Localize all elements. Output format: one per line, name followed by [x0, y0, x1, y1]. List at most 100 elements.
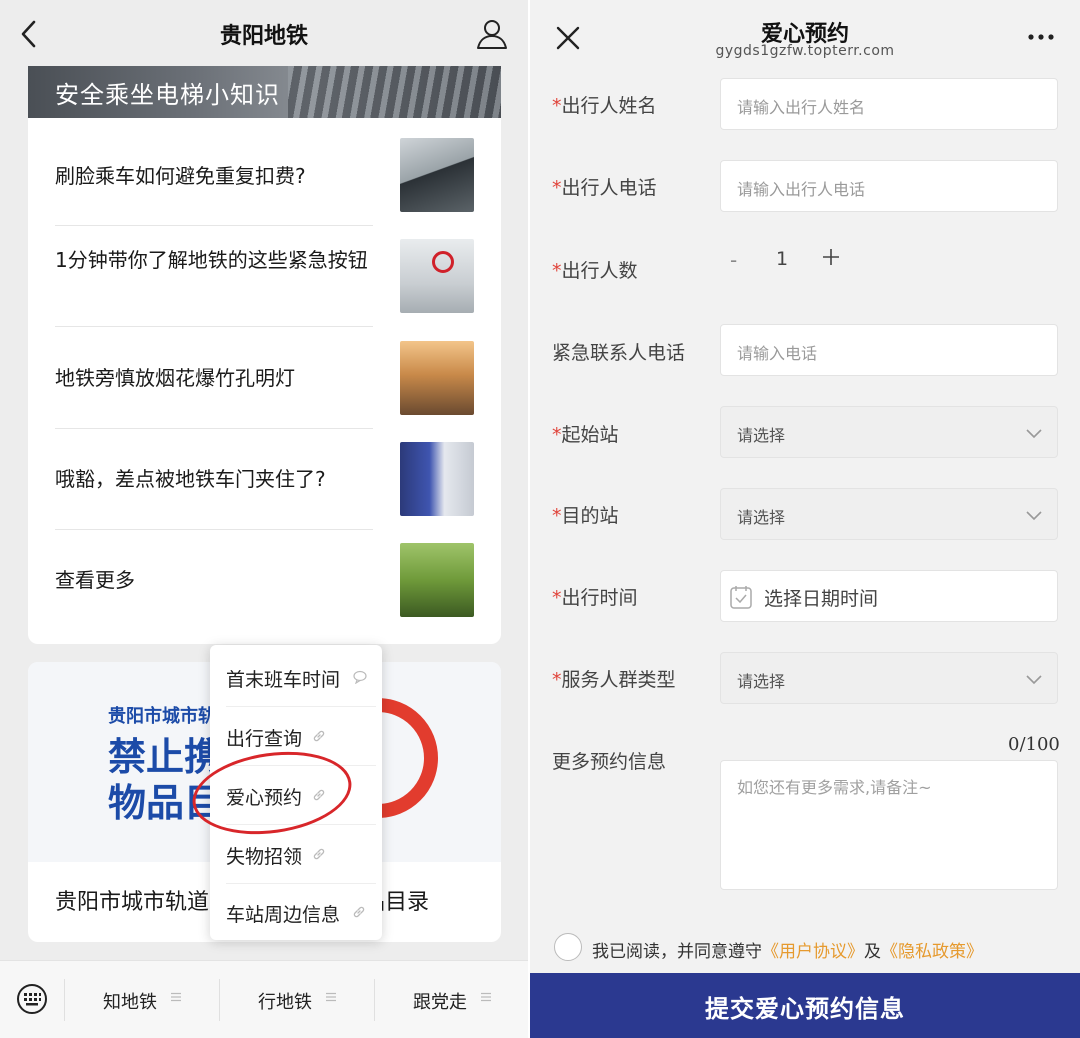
menu-item-label: 失物招领 — [226, 846, 303, 868]
label-text: 紧急联系人电话 — [552, 342, 686, 364]
more-info-textarea[interactable]: 如您还有更多需求,请备注~ — [720, 760, 1058, 890]
char-counter: 0/100 — [1008, 734, 1060, 755]
required-mark: * — [552, 669, 562, 691]
start-station-select[interactable]: 请选择 — [720, 406, 1058, 458]
escalator-image — [288, 66, 501, 118]
chevron-down-icon — [1026, 675, 1042, 685]
article-thumbnail[interactable] — [400, 442, 474, 516]
emergency-label: 紧急联系人电话 — [552, 338, 685, 365]
dest-station-select[interactable]: 请选择 — [720, 488, 1058, 540]
required-mark: * — [552, 505, 562, 527]
required-mark: * — [552, 424, 562, 446]
count-label: *出行人数 — [552, 256, 638, 283]
user-agreement-link[interactable]: 《用户协议》 — [762, 942, 864, 962]
poster-small-text: 贵阳市城市轨 — [108, 706, 216, 727]
chevron-down-icon — [1026, 429, 1042, 439]
menu-item-lost-found[interactable]: 失物招领 — [210, 825, 382, 883]
chevron-down-icon — [1026, 511, 1042, 521]
time-label: *出行时间 — [552, 583, 638, 610]
banner-article[interactable]: 安全乘坐电梯小知识 — [28, 66, 501, 118]
label-text: 目的站 — [561, 505, 619, 527]
bubble-icon — [353, 670, 367, 684]
divider — [55, 225, 373, 226]
placeholder: 请选择 — [737, 426, 786, 445]
more-options-icon[interactable] — [1026, 32, 1058, 42]
placeholder: 请输入电话 — [737, 344, 818, 363]
phone-input[interactable]: 请输入出行人电话 — [720, 160, 1058, 212]
menu-item-label: 车站周边信息 — [226, 904, 341, 926]
dest-station-label: *目的站 — [552, 501, 619, 528]
more-info-label: 更多预约信息 — [552, 747, 666, 774]
menu-lines-icon — [326, 992, 336, 1002]
submit-button[interactable]: 提交爱心预约信息 — [530, 973, 1080, 1038]
name-label: *出行人姓名 — [552, 91, 657, 118]
required-mark: * — [552, 95, 562, 117]
label-text: 出行人电话 — [561, 177, 657, 199]
placeholder: 请输入出行人电话 — [737, 180, 866, 199]
tab-ride-metro[interactable]: 行地铁 — [220, 961, 374, 1038]
page-title: 贵阳地铁 — [219, 24, 308, 49]
calendar-icon — [730, 586, 752, 609]
required-mark: * — [552, 177, 562, 199]
agreement-checkbox[interactable] — [554, 933, 582, 961]
article-thumbnail[interactable] — [400, 138, 474, 212]
menu-item-label: 首末班车时间 — [226, 669, 341, 691]
required-mark: * — [552, 587, 562, 609]
tab-know-metro[interactable]: 知地铁 — [65, 961, 219, 1038]
placeholder: 请选择 — [737, 672, 786, 691]
tab-label: 行地铁 — [258, 992, 312, 1013]
article-card: 安全乘坐电梯小知识 刷脸乘车如何避免重复扣费? 1分钟带你了解地铁的这些紧急按钮… — [28, 66, 501, 644]
group-type-label: *服务人群类型 — [552, 665, 676, 692]
menu-item-schedule[interactable]: 首末班车时间 — [210, 648, 382, 706]
article-thumbnail[interactable] — [400, 341, 474, 415]
tab-follow-party[interactable]: 跟党走 — [375, 961, 528, 1038]
agreement-prefix: 我已阅读，并同意遵守 — [592, 942, 762, 962]
bottom-menu-bar: 知地铁 行地铁 跟党走 — [0, 960, 528, 1038]
menu-lines-icon — [481, 992, 491, 1002]
article-thumbnail[interactable] — [400, 543, 474, 617]
article-item[interactable]: 哦豁，差点被地铁车门夹住了? — [55, 463, 375, 495]
submit-label: 提交爱心预约信息 — [705, 995, 905, 1023]
label-text: 服务人群类型 — [561, 669, 676, 691]
decrement-button[interactable]: - — [730, 248, 737, 272]
menu-item-station-info[interactable]: 车站周边信息 — [210, 883, 382, 941]
article-thumbnail[interactable] — [400, 239, 474, 313]
profile-icon[interactable] — [474, 17, 510, 51]
placeholder: 请输入出行人姓名 — [737, 98, 866, 117]
label-text: 起始站 — [561, 424, 619, 446]
view-more-link[interactable]: 查看更多 — [55, 564, 375, 596]
name-input[interactable]: 请输入出行人姓名 — [720, 78, 1058, 130]
tab-label: 知地铁 — [103, 992, 157, 1013]
privacy-policy-link[interactable]: 《隐私政策》 — [881, 942, 983, 962]
agreement-and: 及 — [864, 942, 881, 962]
right-header: 爱心预约 gygds1gzfw.topterr.com — [530, 0, 1080, 70]
count-value: 1 — [776, 248, 789, 270]
label-text: 出行时间 — [561, 587, 638, 609]
left-header: 贵阳地铁 — [0, 0, 528, 66]
label-text: 更多预约信息 — [552, 751, 667, 773]
group-type-select[interactable]: 请选择 — [720, 652, 1058, 704]
divider — [55, 529, 373, 530]
phone-label: *出行人电话 — [552, 173, 657, 200]
screenshot-root: 贵阳地铁 安全乘坐电梯小知识 刷脸乘车如何避免重复扣费? 1分钟带你了解地铁的这… — [0, 0, 1080, 1038]
left-panel: 贵阳地铁 安全乘坐电梯小知识 刷脸乘车如何避免重复扣费? 1分钟带你了解地铁的这… — [0, 0, 528, 1038]
article-item[interactable]: 刷脸乘车如何避免重复扣费? — [55, 160, 375, 192]
required-mark: * — [552, 260, 562, 282]
datetime-picker[interactable]: 选择日期时间 — [720, 570, 1058, 622]
label-text: 出行人姓名 — [561, 95, 657, 117]
link-icon — [313, 848, 325, 860]
article-item[interactable]: 1分钟带你了解地铁的这些紧急按钮 — [55, 244, 375, 276]
label-text: 出行人数 — [561, 260, 638, 282]
menu-item-label: 出行查询 — [226, 728, 303, 750]
page-url: gygds1gzfw.topterr.com — [715, 43, 895, 59]
placeholder: 选择日期时间 — [764, 588, 879, 610]
placeholder: 如您还有更多需求,请备注~ — [737, 778, 932, 797]
plus-icon[interactable] — [820, 246, 842, 268]
divider — [55, 428, 373, 429]
keyboard-icon[interactable] — [16, 983, 48, 1015]
menu-lines-icon — [171, 992, 181, 1002]
emergency-phone-input[interactable]: 请输入电话 — [720, 324, 1058, 376]
emergency-button-icon — [432, 251, 454, 273]
article-item[interactable]: 地铁旁慎放烟花爆竹孔明灯 — [55, 362, 375, 394]
link-icon — [353, 906, 365, 918]
